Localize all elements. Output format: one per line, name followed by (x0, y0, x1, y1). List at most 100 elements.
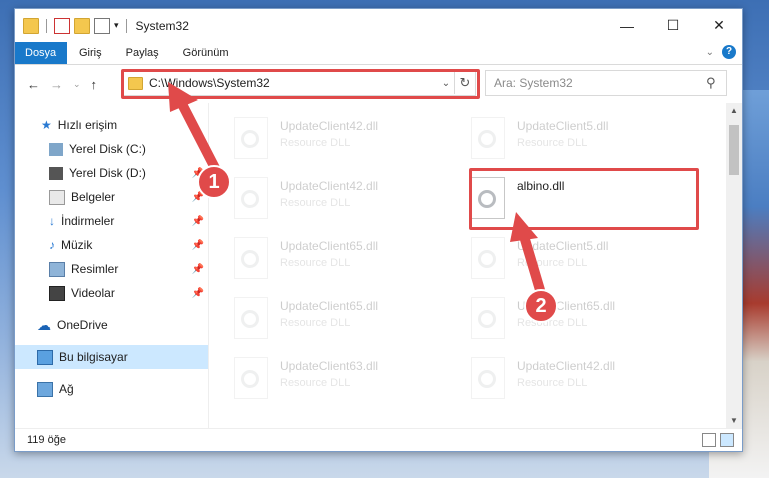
file-type: Resource DLL (517, 137, 588, 149)
list-item[interactable]: UpdateClient65.dll Resource DLL (471, 297, 671, 341)
network-icon (37, 381, 53, 397)
quick-access-toolbar: ▾ (15, 17, 130, 34)
sidebar-item-music[interactable]: ♪ Müzik 📌 (15, 233, 208, 257)
file-type: Resource DLL (517, 257, 588, 269)
file-type: Resource DLL (517, 377, 588, 389)
list-item[interactable]: UpdateClient42.dll Resource DLL (234, 117, 434, 161)
sidebar-item-documents[interactable]: Belgeler 📌 (15, 185, 208, 209)
sidebar-item-label: Hızlı erişim (57, 118, 118, 132)
cloud-icon: ☁ (37, 316, 51, 333)
explorer-body: ★ Hızlı erişim Yerel Disk (C:) Yerel Dis… (15, 103, 742, 429)
navigation-bar: ← → ⌄ ↑ C:\Windows\System32 ⌄ ↻ Ara: Sys… (15, 65, 742, 103)
window-controls: — ☐ ✕ (604, 9, 742, 42)
vertical-scrollbar[interactable]: ▲ ▼ (726, 103, 742, 429)
sidebar-item-local-disk-c[interactable]: Yerel Disk (C:) (15, 137, 208, 161)
sidebar-item-videos[interactable]: Videolar 📌 (15, 281, 208, 305)
file-name: UpdateClient65.dll (280, 239, 379, 253)
drive-icon (49, 166, 63, 180)
minimize-button[interactable]: — (604, 9, 650, 42)
documents-icon (49, 189, 65, 205)
sidebar-item-pictures[interactable]: Resimler 📌 (15, 257, 208, 281)
list-item[interactable]: UpdateClient42.dll Resource DLL (234, 177, 434, 221)
file-type: Resource DLL (280, 197, 351, 209)
details-view-icon[interactable] (702, 433, 716, 447)
sidebar-item-label: Belgeler (71, 190, 116, 204)
window-title: System32 (135, 18, 189, 33)
search-box[interactable]: Ara: System32 ⚲ (485, 70, 727, 96)
customize-toolbar-icon[interactable] (94, 17, 110, 34)
dll-file-icon (234, 117, 268, 159)
ribbon-right-controls: ⌄ ? (706, 45, 736, 59)
file-name: UpdateClient42.dll (517, 359, 616, 373)
separator (125, 18, 127, 33)
separator (46, 18, 47, 33)
expand-ribbon-icon[interactable]: ⌄ (706, 47, 714, 58)
dll-file-icon (234, 297, 268, 339)
tab-home[interactable]: Giriş (67, 42, 114, 64)
folder-icon (23, 17, 39, 34)
pin-icon[interactable]: 📌 (192, 288, 204, 299)
help-icon[interactable]: ? (722, 45, 736, 59)
sidebar-item-this-pc[interactable]: Bu bilgisayar (15, 345, 208, 369)
callout-badge-2: 2 (524, 289, 558, 323)
search-icon[interactable]: ⚲ (706, 75, 726, 91)
dll-file-icon (471, 357, 505, 399)
dll-file-icon (234, 177, 268, 219)
scroll-down-icon[interactable]: ▼ (726, 413, 742, 429)
star-icon: ★ (41, 118, 52, 132)
list-item[interactable]: UpdateClient42.dll Resource DLL (471, 357, 671, 401)
sidebar-item-label: Bu bilgisayar (59, 350, 128, 364)
forward-arrow-icon[interactable]: → (50, 77, 63, 92)
videos-icon (49, 285, 65, 301)
list-item[interactable]: UpdateClient65.dll Resource DLL (234, 297, 434, 341)
new-folder-icon[interactable] (74, 17, 90, 34)
scrollbar-thumb[interactable] (729, 125, 739, 175)
sidebar-item-label: Müzik (61, 238, 93, 252)
sidebar-item-downloads[interactable]: ↓ İndirmeler 📌 (15, 209, 208, 233)
close-button[interactable]: ✕ (696, 9, 742, 42)
sidebar-item-label: Ağ (59, 382, 74, 396)
scroll-up-icon[interactable]: ▲ (726, 103, 742, 119)
file-type: Resource DLL (280, 257, 351, 269)
large-icons-view-icon[interactable] (720, 433, 734, 447)
sidebar-item-label: Yerel Disk (D:) (69, 166, 146, 180)
tab-view[interactable]: Görünüm (171, 42, 241, 64)
recent-locations-icon[interactable]: ⌄ (73, 79, 81, 90)
properties-icon[interactable] (54, 17, 70, 34)
sidebar-item-local-disk-d[interactable]: Yerel Disk (D:) 📌 (15, 161, 208, 185)
list-item[interactable]: UpdateClient5.dll Resource DLL (471, 117, 671, 161)
tab-share[interactable]: Paylaş (114, 42, 171, 64)
pin-icon[interactable]: 📌 (192, 240, 204, 251)
file-name: UpdateClient5.dll (517, 239, 609, 253)
dll-file-icon (471, 117, 505, 159)
computer-icon (37, 349, 53, 365)
up-arrow-icon[interactable]: ↑ (91, 77, 98, 92)
list-item[interactable]: UpdateClient63.dll Resource DLL (234, 357, 434, 401)
ribbon-tabs: Dosya Giriş Paylaş Görünüm ⌄ ? (15, 42, 742, 65)
callout-badge-1: 1 (197, 165, 231, 199)
file-type: Resource DLL (280, 137, 351, 149)
file-highlight-box (469, 168, 699, 230)
file-type: Resource DLL (280, 317, 351, 329)
pin-icon[interactable]: 📌 (192, 264, 204, 275)
view-toggle (702, 433, 734, 447)
list-item[interactable]: UpdateClient5.dll Resource DLL (471, 237, 671, 281)
back-arrow-icon[interactable]: ← (27, 77, 40, 92)
file-name: UpdateClient42.dll (280, 179, 379, 193)
chevron-down-icon[interactable]: ▾ (114, 20, 119, 31)
dll-file-icon (234, 237, 268, 279)
search-input[interactable]: Ara: System32 (494, 76, 706, 90)
sidebar-item-quick-access[interactable]: ★ Hızlı erişim (15, 113, 208, 137)
dll-file-icon (471, 237, 505, 279)
file-name: UpdateClient63.dll (280, 359, 379, 373)
tab-file[interactable]: Dosya (15, 42, 67, 64)
sidebar-item-onedrive[interactable]: ☁ OneDrive (15, 313, 208, 337)
list-item[interactable]: UpdateClient65.dll Resource DLL (234, 237, 434, 281)
sidebar-item-label: Resimler (71, 262, 119, 276)
maximize-button[interactable]: ☐ (650, 9, 696, 42)
pin-icon[interactable]: 📌 (192, 216, 204, 227)
file-type: Resource DLL (280, 377, 351, 389)
address-highlight-box (121, 69, 480, 99)
sidebar-item-network[interactable]: Ağ (15, 377, 208, 401)
